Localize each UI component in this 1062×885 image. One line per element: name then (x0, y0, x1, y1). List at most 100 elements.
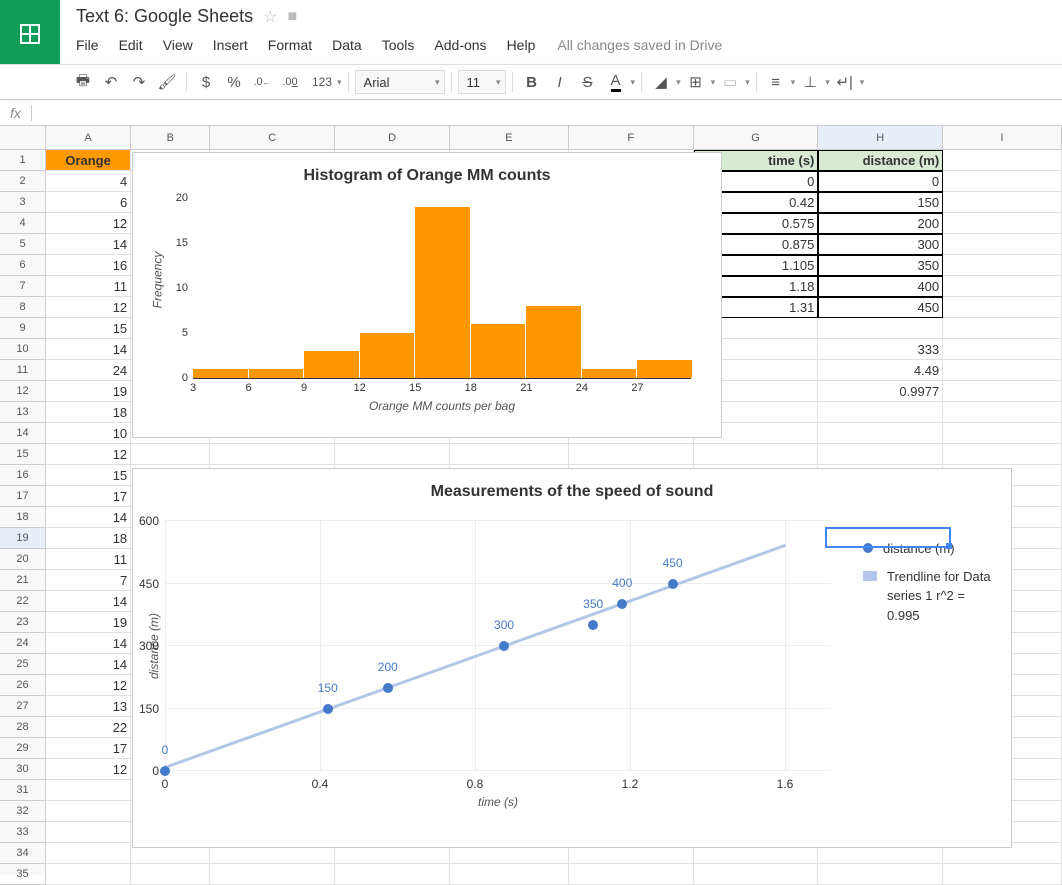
row-header-29[interactable]: 29 (0, 738, 46, 759)
col-header-B[interactable]: B (131, 126, 210, 150)
currency-button[interactable]: $ (193, 69, 219, 95)
cell-A6[interactable]: 16 (46, 255, 131, 276)
cell-A4[interactable]: 12 (46, 213, 131, 234)
cell-A11[interactable]: 24 (46, 360, 131, 381)
cell-H5[interactable]: 300 (818, 234, 943, 255)
vertical-align-icon[interactable]: ⊥ (797, 69, 823, 95)
redo-icon[interactable]: ↷ (126, 69, 152, 95)
row-header-4[interactable]: 4 (0, 213, 46, 234)
cell-area[interactable]: Histogram of Orange MM counts Frequency … (46, 150, 1062, 875)
menu-format[interactable]: Format (258, 33, 322, 57)
cell-H12[interactable]: 0.9977 (818, 381, 943, 402)
col-header-F[interactable]: F (569, 126, 694, 150)
cell-A13[interactable]: 18 (46, 402, 131, 423)
cell-A14[interactable]: 10 (46, 423, 131, 444)
font-select[interactable]: Arial (355, 70, 445, 94)
strikethrough-icon[interactable]: S (575, 69, 601, 95)
cell-A22[interactable]: 14 (46, 591, 131, 612)
cell-A1[interactable]: Orange (46, 150, 131, 171)
cell-A19[interactable]: 18 (46, 528, 131, 549)
col-header-C[interactable]: C (210, 126, 335, 150)
col-header-H[interactable]: H (818, 126, 943, 150)
merge-cells-icon[interactable]: ▭ (717, 69, 743, 95)
menu-edit[interactable]: Edit (109, 33, 153, 57)
row-header-12[interactable]: 12 (0, 381, 46, 402)
col-header-E[interactable]: E (450, 126, 569, 150)
star-icon[interactable]: ☆ (263, 7, 277, 27)
cell-A10[interactable]: 14 (46, 339, 131, 360)
menu-view[interactable]: View (153, 33, 203, 57)
row-header-6[interactable]: 6 (0, 255, 46, 276)
cell-I6[interactable] (943, 255, 1062, 276)
row-header-27[interactable]: 27 (0, 696, 46, 717)
col-header-D[interactable]: D (335, 126, 450, 150)
row-header-32[interactable]: 32 (0, 801, 46, 822)
row-header-30[interactable]: 30 (0, 759, 46, 780)
folder-icon[interactable]: ■ (287, 8, 297, 26)
row-header-5[interactable]: 5 (0, 234, 46, 255)
row-header-18[interactable]: 18 (0, 507, 46, 528)
cell-A34[interactable] (46, 843, 131, 864)
menu-data[interactable]: Data (322, 33, 372, 57)
spreadsheet-grid[interactable]: ABCDEFGHI 123456789101112131415161718192… (0, 126, 1062, 875)
cell-A30[interactable]: 12 (46, 759, 131, 780)
menu-add-ons[interactable]: Add-ons (424, 33, 496, 57)
menu-insert[interactable]: Insert (203, 33, 258, 57)
decrease-decimal-button[interactable]: .0← (249, 69, 275, 95)
cell-A23[interactable]: 19 (46, 612, 131, 633)
col-header-A[interactable]: A (46, 126, 131, 150)
cell-A2[interactable]: 4 (46, 171, 131, 192)
col-header-G[interactable]: G (694, 126, 819, 150)
cell-I9[interactable] (943, 318, 1062, 339)
row-header-21[interactable]: 21 (0, 570, 46, 591)
row-header-17[interactable]: 17 (0, 486, 46, 507)
cell-A20[interactable]: 11 (46, 549, 131, 570)
cell-H6[interactable]: 350 (818, 255, 943, 276)
cell-I8[interactable] (943, 297, 1062, 318)
cell-H13[interactable] (818, 402, 943, 423)
fill-color-icon[interactable]: ◢ (648, 69, 674, 95)
italic-icon[interactable]: I (547, 69, 573, 95)
cell-I15[interactable] (943, 444, 1062, 465)
cell-I4[interactable] (943, 213, 1062, 234)
cell-H1[interactable]: distance (m) (818, 150, 943, 171)
row-header-33[interactable]: 33 (0, 822, 46, 843)
font-size-select[interactable]: 11 (458, 70, 506, 94)
bold-icon[interactable]: B (519, 69, 545, 95)
cell-A5[interactable]: 14 (46, 234, 131, 255)
cell-I3[interactable] (943, 192, 1062, 213)
cell-H8[interactable]: 450 (818, 297, 943, 318)
row-header-19[interactable]: 19 (0, 528, 46, 549)
cell-I2[interactable] (943, 171, 1062, 192)
row-header-10[interactable]: 10 (0, 339, 46, 360)
cell-G15[interactable] (694, 444, 819, 465)
number-format-button[interactable]: 123 (305, 69, 339, 95)
cell-I5[interactable] (943, 234, 1062, 255)
col-header-I[interactable]: I (943, 126, 1062, 150)
undo-icon[interactable]: ↶ (98, 69, 124, 95)
cell-I7[interactable] (943, 276, 1062, 297)
row-header-16[interactable]: 16 (0, 465, 46, 486)
cell-E15[interactable] (450, 444, 569, 465)
percent-button[interactable]: % (221, 69, 247, 95)
cell-A12[interactable]: 19 (46, 381, 131, 402)
sheets-logo[interactable] (0, 0, 60, 64)
print-icon[interactable]: 🖶 (70, 69, 96, 95)
cell-H14[interactable] (818, 423, 943, 444)
cell-H2[interactable]: 0 (818, 171, 943, 192)
row-header-2[interactable]: 2 (0, 171, 46, 192)
row-header-28[interactable]: 28 (0, 717, 46, 738)
document-title[interactable]: Text 6: Google Sheets (76, 6, 253, 27)
cell-A7[interactable]: 11 (46, 276, 131, 297)
row-header-15[interactable]: 15 (0, 444, 46, 465)
cell-A27[interactable]: 13 (46, 696, 131, 717)
cell-H3[interactable]: 150 (818, 192, 943, 213)
cell-A31[interactable] (46, 780, 131, 801)
cell-A16[interactable]: 15 (46, 465, 131, 486)
cell-H10[interactable]: 333 (818, 339, 943, 360)
horizontal-align-icon[interactable]: ≡ (763, 69, 789, 95)
paint-format-icon[interactable]: 🖌 (154, 69, 180, 95)
row-header-14[interactable]: 14 (0, 423, 46, 444)
menu-file[interactable]: File (76, 33, 109, 57)
row-header-26[interactable]: 26 (0, 675, 46, 696)
